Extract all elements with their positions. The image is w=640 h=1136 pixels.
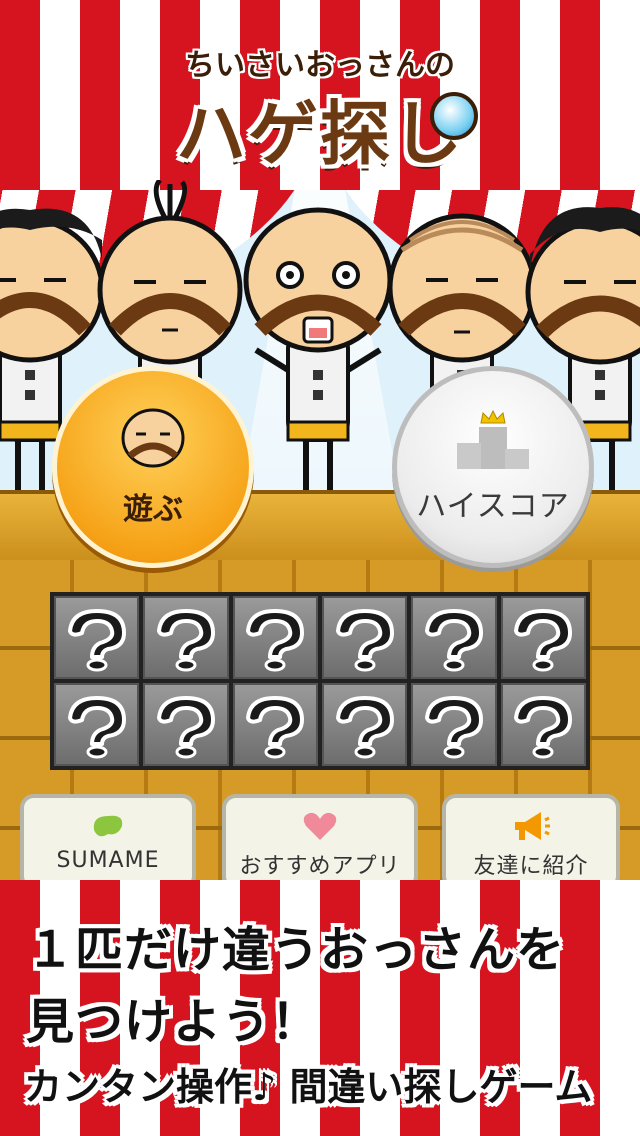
mystery-card	[143, 683, 229, 766]
question-mark-icon	[156, 695, 215, 758]
mystery-card	[500, 596, 586, 679]
question-mark-icon	[424, 608, 483, 671]
mystery-card	[322, 596, 408, 679]
mystery-card	[322, 683, 408, 766]
promo-line-2: 見つけよう！	[26, 994, 321, 1050]
mystery-card	[232, 596, 318, 679]
share-friends-button[interactable]: 友達に紹介	[442, 794, 620, 890]
question-mark-icon	[514, 695, 573, 758]
ojisan-3-surprised	[243, 207, 393, 490]
mystery-card	[54, 596, 140, 679]
heart-icon	[303, 812, 337, 840]
bean-icon	[93, 815, 123, 837]
question-mark-icon	[67, 695, 126, 758]
question-mark-icon	[335, 608, 394, 671]
sumame-label: SUMAME	[56, 848, 160, 873]
mystery-card	[411, 683, 497, 766]
mystery-card	[232, 683, 318, 766]
question-mark-icon	[67, 608, 126, 671]
card-grid	[50, 592, 590, 770]
sumame-button[interactable]: SUMAME	[20, 794, 196, 890]
question-mark-icon	[156, 608, 215, 671]
recommended-apps-button[interactable]: おすすめアプリ	[222, 794, 418, 890]
mystery-card	[411, 596, 497, 679]
mystery-card	[54, 683, 140, 766]
share-friends-label: 友達に紹介	[473, 854, 589, 879]
podium-crown-icon	[457, 409, 529, 469]
title-magnifier-icon	[430, 92, 478, 140]
promo-line-1: １匹だけ違うおっさんを	[26, 922, 566, 978]
highscore-button-label: ハイスコア	[416, 489, 570, 524]
ojisan-face-icon	[121, 408, 185, 468]
game-title: ハゲ探し	[176, 93, 464, 175]
question-mark-icon	[424, 695, 483, 758]
game-title-screen: ちいさいおっさんの ハゲ探し 遊ぶ ハイスコア SUMAME おすすめアプリ 友…	[0, 0, 640, 1136]
promo-line-3: カンタン操作♪ 間違い探しゲーム	[24, 1065, 593, 1109]
mystery-card	[500, 683, 586, 766]
mystery-card	[143, 596, 229, 679]
question-mark-icon	[335, 695, 394, 758]
question-mark-icon	[514, 608, 573, 671]
question-mark-icon	[246, 695, 305, 758]
highscore-button[interactable]: ハイスコア	[392, 366, 594, 568]
recommended-apps-label: おすすめアプリ	[239, 854, 401, 879]
play-button[interactable]: 遊ぶ	[52, 366, 254, 568]
play-button-label: 遊ぶ	[123, 492, 183, 527]
megaphone-icon	[515, 812, 550, 840]
question-mark-icon	[246, 608, 305, 671]
